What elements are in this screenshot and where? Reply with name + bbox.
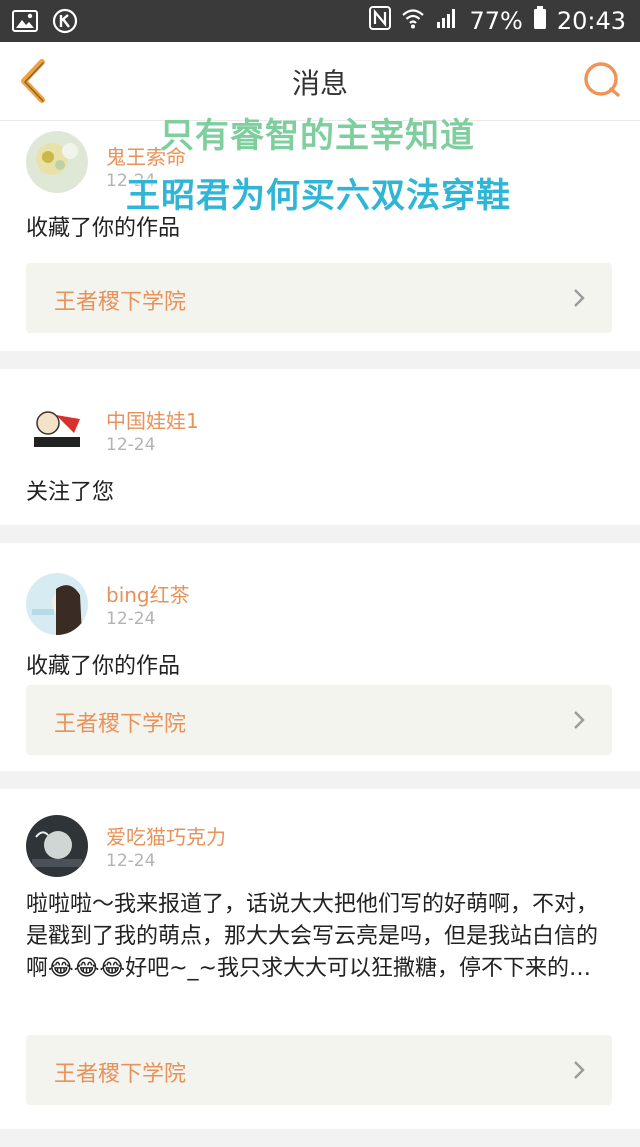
status-bar: 77% 20:43 xyxy=(0,0,640,42)
message-date: 12-24 xyxy=(106,851,156,871)
wifi-icon xyxy=(401,7,425,35)
message-text: 收藏了你的作品 xyxy=(26,654,181,679)
overlay-caption-line1: 只有睿智的主宰知道 xyxy=(160,116,475,156)
work-link-label: 王者稷下学院 xyxy=(54,712,187,737)
message-date: 12-24 xyxy=(106,609,156,629)
message-card: 爱吃猫巧克力 12-24 啦啦啦～我来报道了，话说大大把他们写的好萌啊，不对，是… xyxy=(0,789,640,1129)
message-card: 中国娃娃1 12-24 关注了您 xyxy=(0,369,640,525)
message-date: 12-24 xyxy=(106,435,156,455)
gallery-icon xyxy=(12,10,38,36)
message-card: bing红茶 12-24 收藏了你的作品 王者稷下学院 xyxy=(0,543,640,771)
message-text: 关注了您 xyxy=(26,480,115,505)
page-title: 消息 xyxy=(291,67,348,100)
username[interactable]: bing红茶 xyxy=(106,579,190,608)
message-text: 啦啦啦～我来报道了，话说大大把他们写的好萌啊，不对，是戳到了我的萌点，那大大会写… xyxy=(26,892,599,981)
search-button[interactable] xyxy=(580,58,626,104)
chevron-right-icon xyxy=(574,289,585,307)
avatar[interactable] xyxy=(26,573,88,635)
message-text: 收藏了你的作品 xyxy=(26,216,181,241)
chevron-right-icon xyxy=(574,1061,585,1079)
work-link[interactable]: 王者稷下学院 xyxy=(26,263,612,333)
signal-icon xyxy=(435,7,459,35)
battery-percent: 77% xyxy=(469,7,523,35)
clock: 20:43 xyxy=(556,7,626,35)
avatar[interactable] xyxy=(26,397,88,459)
nfc-icon xyxy=(369,6,392,36)
username[interactable]: 中国娃娃1 xyxy=(106,405,199,434)
k-app-icon xyxy=(52,8,78,38)
avatar[interactable] xyxy=(26,131,88,193)
search-icon xyxy=(584,62,620,97)
chevron-right-icon xyxy=(574,711,585,729)
work-link[interactable]: 王者稷下学院 xyxy=(26,685,612,755)
avatar[interactable] xyxy=(26,815,88,877)
work-link[interactable]: 王者稷下学院 xyxy=(26,1035,612,1105)
message-list: 鬼王索命 12-24 收藏了你的作品 王者稷下学院 中国娃娃1 12-24 关注… xyxy=(0,121,640,1147)
overlay-caption-line2: 王昭君为何买六双法穿鞋 xyxy=(126,176,511,216)
work-link-label: 王者稷下学院 xyxy=(54,1062,187,1087)
work-link-label: 王者稷下学院 xyxy=(54,290,187,315)
username[interactable]: 爱吃猫巧克力 xyxy=(106,821,226,850)
battery-icon xyxy=(533,6,547,36)
